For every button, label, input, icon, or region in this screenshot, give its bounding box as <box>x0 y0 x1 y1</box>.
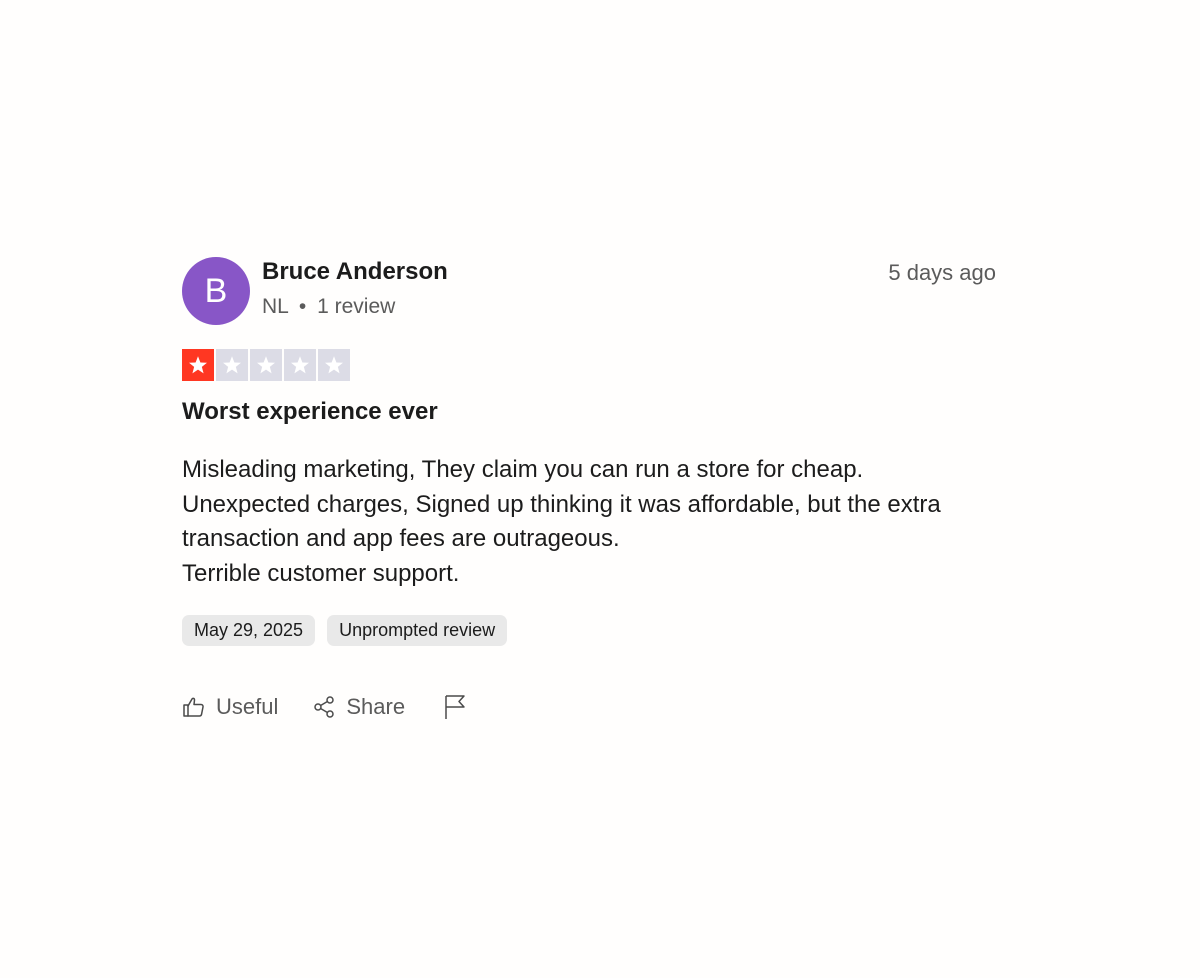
review-type-badge[interactable]: Unprompted review <box>327 615 508 646</box>
useful-label: Useful <box>216 694 279 719</box>
avatar[interactable]: B <box>182 257 250 325</box>
star-empty <box>284 349 316 381</box>
reviewer-country: NL <box>262 295 289 318</box>
flag-icon <box>443 694 467 720</box>
review-line: Terrible customer support. <box>182 559 460 587</box>
review-tags: May 29, 2025 Unprompted review <box>182 615 508 646</box>
reviewer-meta: NL • 1 review <box>262 295 395 319</box>
star-icon <box>291 356 309 374</box>
review-line: Unexpected charges, Signed up thinking i… <box>182 490 941 553</box>
review-actions: Useful Share <box>182 692 467 722</box>
reviewer-name[interactable]: Bruce Anderson <box>262 258 448 286</box>
share-button[interactable]: Share <box>312 694 405 720</box>
review-line: Misleading marketing, They claim you can… <box>182 456 864 483</box>
star-empty <box>318 349 350 381</box>
report-button[interactable] <box>443 694 467 720</box>
star-empty <box>216 349 248 381</box>
meta-separator: • <box>298 295 307 318</box>
review-title[interactable]: Worst experience ever <box>182 398 438 426</box>
star-filled <box>182 349 214 381</box>
useful-button[interactable]: Useful <box>182 694 278 720</box>
review-header: B Bruce Anderson NL • 1 review 5 days ag… <box>182 256 996 326</box>
share-label: Share <box>346 694 406 719</box>
posted-time: 5 days ago <box>888 260 996 285</box>
reviewer-review-count: 1 review <box>317 295 396 318</box>
star-icon <box>325 356 343 374</box>
star-icon <box>257 356 275 374</box>
star-icon <box>223 356 241 374</box>
star-icon <box>189 356 207 374</box>
share-icon <box>312 695 336 719</box>
experience-date-badge: May 29, 2025 <box>182 615 316 646</box>
star-empty <box>250 349 282 381</box>
star-rating <box>182 349 350 381</box>
thumbs-up-icon <box>182 695 206 719</box>
review-card: B Bruce Anderson NL • 1 review 5 days ag… <box>182 256 996 719</box>
review-body: Misleading marketing, They claim you can… <box>182 453 1012 591</box>
